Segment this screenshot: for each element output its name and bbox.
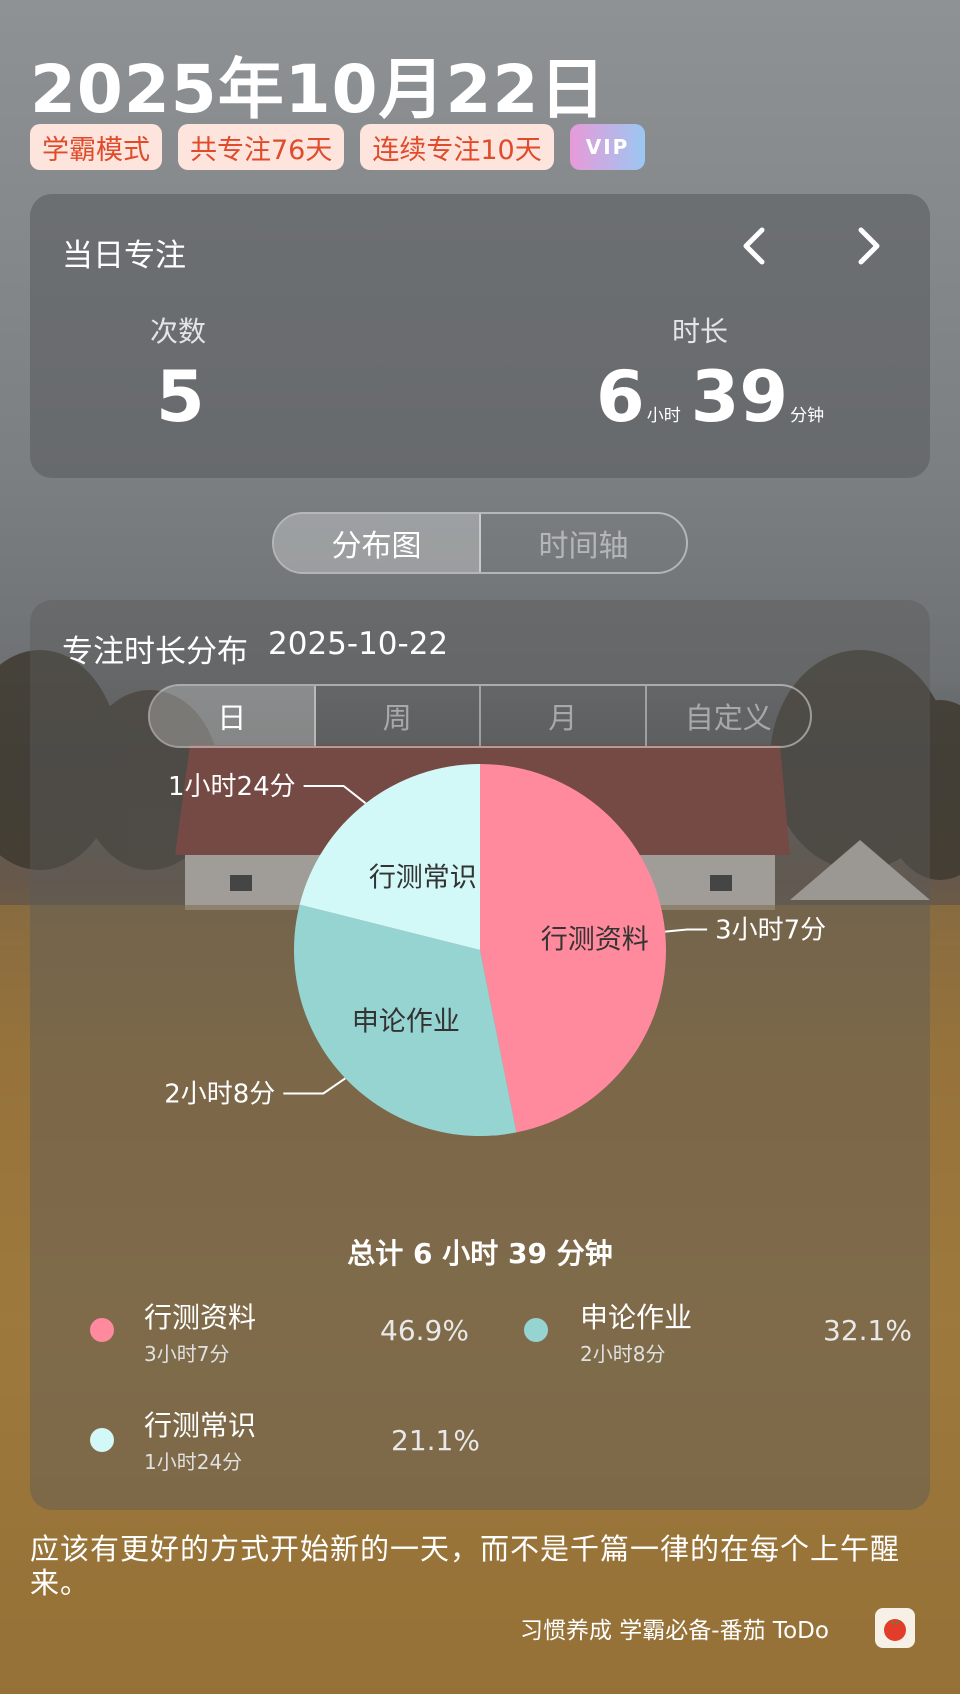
count-label: 次数 [150,315,207,348]
total-days-badge: 共专注76天 [178,124,345,170]
pie-leader-line-2 [283,1077,346,1095]
pie-duration-label-3: 1小时24分 [168,772,296,802]
daily-quote: 应该有更好的方式开始新的一天，而不是千篇一律的在每个上午醒来。 [30,1532,901,1600]
streak-badge: 连续专注10天 [360,124,554,170]
distribution-title: 专注时长分布 [62,634,248,670]
tab-distribution[interactable]: 分布图 [274,514,481,572]
duration-label: 时长 [672,315,729,348]
minutes-unit: 分钟 [790,406,825,426]
date-title: 2025年10月22日 [30,51,607,128]
legend-dot-2 [524,1318,548,1342]
period-month[interactable]: 月 [481,686,647,746]
vip-badge[interactable]: VIP [569,124,646,170]
legend-duration-2: 2小时8分 [580,1342,666,1366]
legend-name-3: 行测常识 [144,1409,257,1442]
pie-leader-line-3 [303,784,367,805]
tomato-icon [874,1608,915,1648]
pie-slice-label-1: 行测资料 [541,925,649,956]
legend-name-1: 行测资料 [144,1301,257,1334]
chevron-right-icon [858,227,880,265]
focus-count-value: 5 [156,356,205,438]
daily-focus-title: 当日专注 [62,238,186,274]
legend-dot-1 [90,1318,114,1342]
focus-pie-chart: 行测资料 3小时7分申论作业 2小时8分 行测常识 1小时24分 [164,764,826,1136]
app-footer: 习惯养成 学霸必备-番茄 ToDo [520,1608,915,1648]
period-custom[interactable]: 自定义 [647,686,811,746]
legend-duration-3: 1小时24分 [144,1450,243,1474]
distribution-date: 2025-10-22 [268,626,449,662]
duration-hours: 6 [596,356,645,438]
distribution-header: 专注时长分布 2025-10-22 [62,626,448,671]
legend-name-2: 申论作业 [580,1301,693,1334]
distribution-card: 专注时长分布 2025-10-22 日 周 月 自定义 行测资料 3小时7分 申论作… [30,600,930,1510]
period-day[interactable]: 日 [150,686,316,746]
legend-dot-3 [90,1428,114,1452]
duration-minutes: 39 [690,356,789,438]
footer-text: 习惯养成 学霸必备-番茄 ToDo [520,1618,829,1644]
hours-unit: 小时 [646,406,681,426]
legend-duration-1: 3小时7分 [144,1342,230,1366]
badge-row: 学霸模式 共专注76天 连续专注10天 VIP [30,124,646,170]
next-day-button[interactable] [843,218,893,274]
pie-leader-line-1 [664,928,708,933]
focus-duration-value: 6 小时 39 分钟 [596,356,834,438]
legend-percent-2: 32.1% [823,1314,912,1347]
pie-slice-label-3: 行测常识 [369,863,477,894]
pie-duration-label-2: 2小时8分 [164,1079,275,1109]
chevron-left-icon [743,227,765,265]
pie-slice-label-2: 申论作业 [352,1007,460,1038]
previous-day-button[interactable] [730,218,780,274]
legend-percent-1: 46.9% [380,1314,469,1347]
total-duration: 总计 6 小时 39 分钟 [347,1237,613,1270]
pie-duration-label-1: 3小时7分 [715,915,826,945]
period-week[interactable]: 周 [316,686,481,746]
study-mode-badge[interactable]: 学霸模式 [30,124,162,170]
legend-percent-3: 21.1% [391,1424,480,1457]
view-toggle: 分布图 时间轴 [272,512,688,574]
daily-focus-card: 当日专注 次数 时长 5 6 小时 39 分钟 [30,194,930,478]
period-selector: 日 周 月 自定义 [148,684,812,748]
tab-timeline[interactable]: 时间轴 [481,514,686,572]
